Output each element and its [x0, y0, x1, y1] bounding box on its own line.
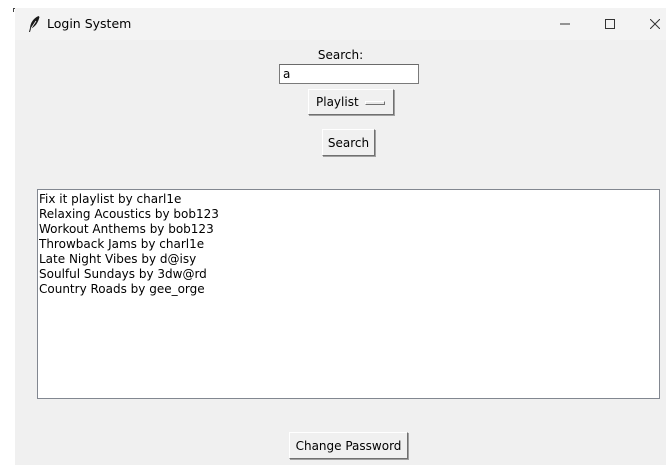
list-item[interactable]: Relaxing Acoustics by bob123	[39, 207, 659, 222]
dropdown-indicator-icon	[365, 101, 385, 105]
maximize-button[interactable]	[587, 8, 633, 40]
search-input[interactable]	[279, 64, 419, 84]
search-type-dropdown[interactable]: Playlist	[308, 89, 394, 115]
title-bar[interactable]: Login System	[15, 8, 666, 40]
search-button[interactable]: Search	[322, 129, 375, 156]
minimize-icon	[560, 23, 570, 25]
results-listbox[interactable]: Fix it playlist by charl1e Relaxing Acou…	[37, 189, 660, 399]
maximize-icon	[605, 19, 615, 29]
list-item[interactable]: Late Night Vibes by d@isy	[39, 252, 659, 267]
list-item[interactable]: Country Roads by gee_orge	[39, 282, 659, 297]
change-password-button[interactable]: Change Password	[289, 432, 408, 459]
close-button[interactable]	[632, 8, 666, 40]
search-type-selected: Playlist	[316, 95, 359, 109]
window-title: Login System	[47, 16, 132, 31]
minimize-button[interactable]	[542, 8, 588, 40]
list-item[interactable]: Workout Anthems by bob123	[39, 222, 659, 237]
list-item[interactable]: Soulful Sundays by 3dw@rd	[39, 267, 659, 282]
feather-icon	[29, 16, 40, 32]
list-item[interactable]: Throwback Jams by charl1e	[39, 237, 659, 252]
list-item[interactable]: Fix it playlist by charl1e	[39, 192, 659, 207]
close-icon	[650, 19, 660, 29]
app-window: Login System Search: Playlist Search Fix…	[15, 8, 666, 465]
search-label: Search:	[317, 48, 364, 62]
